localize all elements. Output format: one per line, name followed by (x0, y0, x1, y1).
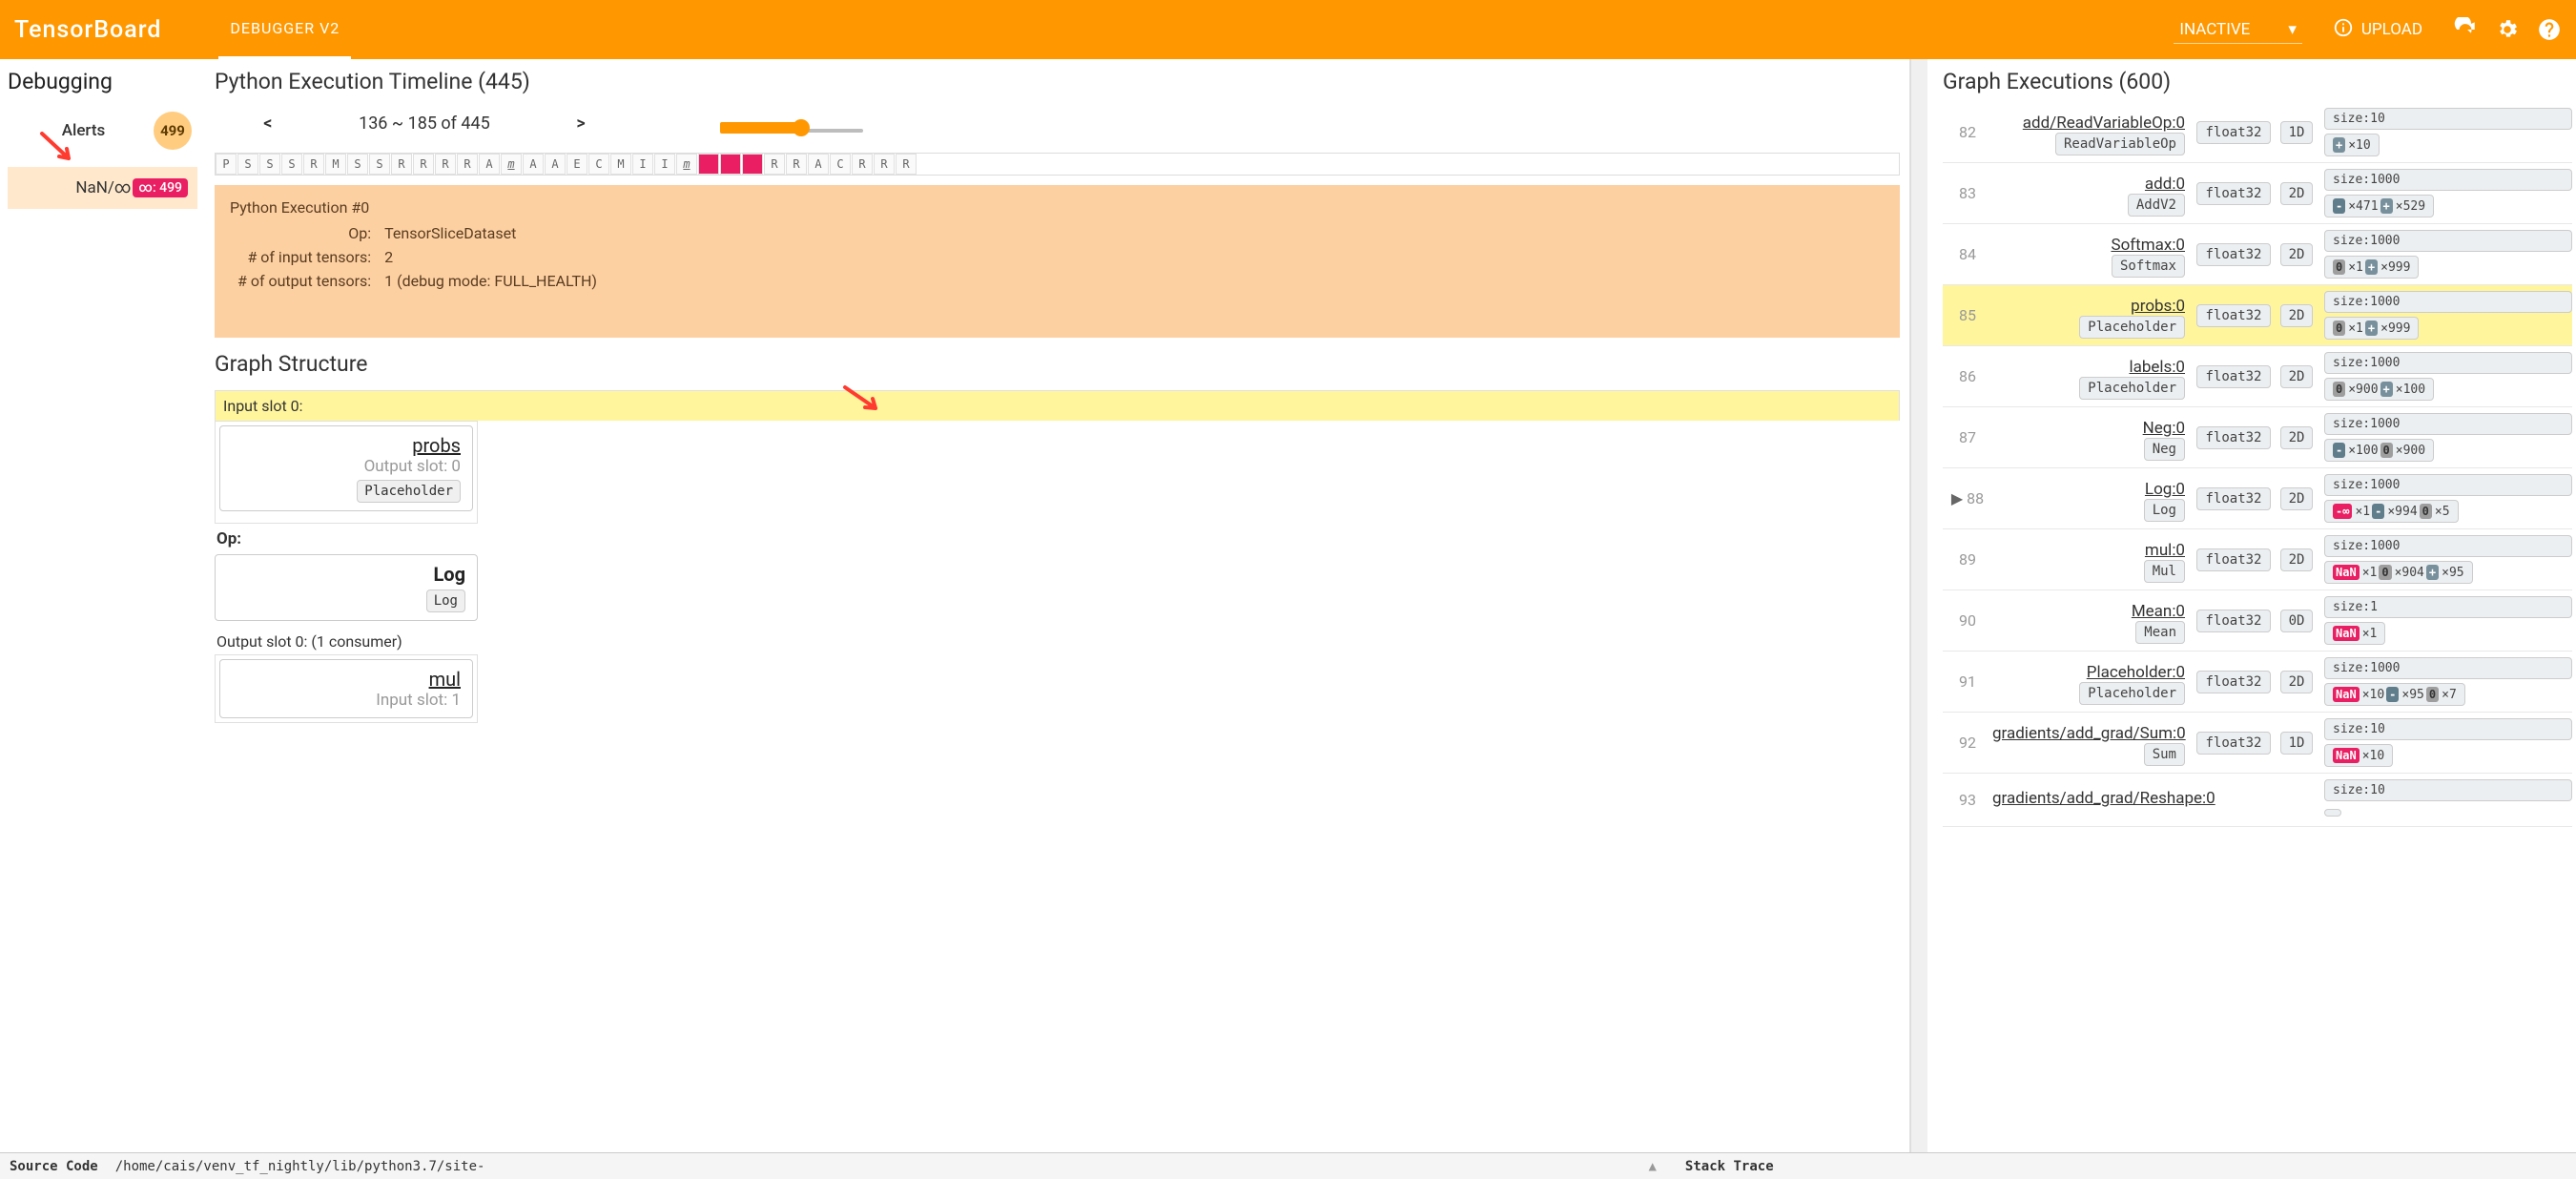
tab-debugger[interactable]: DEBUGGER V2 (218, 0, 351, 59)
timeline-cell[interactable]: C (588, 154, 609, 175)
graph-exec-row[interactable]: 85probs:0Placeholderfloat322Dsize:10000×… (1943, 285, 2572, 346)
graph-structure: Graph Structure Input slot 0: probs Outp… (215, 351, 1900, 723)
timeline-cell[interactable]: S (281, 154, 302, 175)
timeline-cell[interactable]: A (479, 154, 500, 175)
alerts-count-badge: 499 (154, 112, 192, 150)
timeline-cell[interactable]: m (501, 154, 522, 175)
timeline-cell[interactable]: - (742, 154, 763, 175)
timeline-cell[interactable]: E (567, 154, 587, 175)
header: TensorBoard DEBUGGER V2 INACTIVE ▾ UPLOA… (0, 0, 2576, 59)
timeline-cell[interactable]: M (610, 154, 631, 175)
timeline-title: Python Execution Timeline (445) (215, 69, 1900, 94)
timeline-cell[interactable]: I (654, 154, 675, 175)
current-op-box[interactable]: Log Log (215, 554, 478, 621)
gear-icon[interactable] (2495, 17, 2520, 42)
graph-exec-row[interactable]: 83add:0AddV2float322Dsize:1000-×471 +×52… (1943, 163, 2572, 224)
timeline-cell[interactable]: A (545, 154, 566, 175)
stack-trace-label: Stack Trace (1685, 1159, 1774, 1174)
sidebar: Debugging Alerts 499 NaN/∞ ∞: 499 (0, 59, 205, 1179)
timeline-cell[interactable]: S (237, 154, 258, 175)
timeline-cell[interactable]: m (676, 154, 697, 175)
source-code-label: Source Code (10, 1159, 98, 1174)
graph-exec-row[interactable]: 92gradients/add_grad/Sum:0Sumfloat321Dsi… (1943, 713, 2572, 774)
timeline-panel: Python Execution Timeline (445) < 136 ~ … (205, 59, 1910, 1179)
runs-dropdown[interactable]: INACTIVE ▾ (2174, 16, 2302, 44)
footer: Source Code /home/cais/venv_tf_nightly/l… (0, 1152, 2576, 1179)
timeline-range: 136 ~ 185 of 445 (359, 114, 490, 134)
timeline-cell[interactable]: C (830, 154, 851, 175)
output-op-box[interactable]: mul Input slot: 1 (219, 659, 473, 718)
graph-exec-row[interactable]: ▶88Log:0Logfloat322Dsize:1000-∞×1 -×994 … (1943, 468, 2572, 529)
output-slot-header: Output slot 0: (1 consumer) (215, 629, 1900, 654)
alert-item-nan[interactable]: NaN/∞ ∞: 499 (8, 167, 197, 209)
graph-exec-row[interactable]: 87Neg:0Negfloat322Dsize:1000-×100 0×900 (1943, 407, 2572, 468)
op-chip: Log (426, 590, 465, 612)
input-op-box[interactable]: probs Output slot: 0 Placeholder (219, 425, 473, 511)
graph-exec-row[interactable]: 93gradients/add_grad/Reshape:0size:10 (1943, 774, 2572, 827)
help-icon[interactable] (2537, 17, 2562, 42)
timeline-cell[interactable]: S (369, 154, 390, 175)
timeline-cell[interactable]: ! (698, 154, 719, 175)
graph-exec-panel: Graph Executions (600) 82add/ReadVariabl… (1927, 59, 2576, 1179)
graph-exec-row[interactable]: 91Placeholder:0Placeholderfloat322Dsize:… (1943, 652, 2572, 713)
ge-title: Graph Executions (600) (1943, 69, 2572, 94)
timeline-cell[interactable]: R (874, 154, 895, 175)
timeline-cell[interactable]: R (852, 154, 873, 175)
brand-logo: TensorBoard (14, 16, 161, 44)
upload-button[interactable]: UPLOAD (2319, 10, 2436, 51)
chevron-down-icon: ▾ (2288, 20, 2297, 39)
alerts-label: Alerts (13, 121, 154, 140)
timeline-cell[interactable]: R (764, 154, 785, 175)
timeline-cells: PSSSRMSSRRRRAmAAECMIIm!--RRACRRR (215, 153, 1900, 176)
graph-exec-row[interactable]: 89mul:0Mulfloat322Dsize:1000NaN×1 0×904 … (1943, 529, 2572, 590)
op-chip: Placeholder (357, 480, 461, 503)
timeline-cell[interactable]: R (435, 154, 456, 175)
gs-title: Graph Structure (215, 351, 1900, 377)
timeline-cell[interactable]: S (347, 154, 368, 175)
timeline-cell[interactable]: R (391, 154, 412, 175)
graph-exec-row[interactable]: 90Mean:0Meanfloat320Dsize:1NaN×1 (1943, 590, 2572, 652)
reload-icon[interactable] (2453, 17, 2478, 42)
alert-pill: ∞: 499 (133, 178, 188, 197)
graph-exec-row[interactable]: 82add/ReadVariableOp:0ReadVariableOpfloa… (1943, 102, 2572, 163)
timeline-cell[interactable]: A (523, 154, 544, 175)
input-slot-header: Input slot 0: (215, 390, 1900, 421)
timeline-cell[interactable]: A (808, 154, 829, 175)
timeline-cell[interactable]: - (720, 154, 741, 175)
timeline-cell[interactable]: P (216, 154, 237, 175)
next-button[interactable]: > (565, 108, 596, 139)
graph-exec-row[interactable]: 84Softmax:0Softmaxfloat322Dsize:10000×1 … (1943, 224, 2572, 285)
info-icon (2333, 17, 2354, 43)
sidebar-title: Debugging (8, 69, 197, 94)
scroll-up-icon[interactable]: ▲ (1648, 1159, 1656, 1174)
timeline-cell[interactable]: R (303, 154, 324, 175)
timeline-cell[interactable]: R (786, 154, 807, 175)
timeline-cell[interactable]: R (896, 154, 917, 175)
timeline-cell[interactable]: S (259, 154, 280, 175)
op-header: Op: (215, 524, 1900, 554)
prev-button[interactable]: < (252, 108, 283, 139)
execution-details: Python Execution #0 Op:TensorSliceDatase… (215, 185, 1900, 338)
timeline-slider[interactable] (720, 126, 863, 135)
graph-exec-row[interactable]: 86labels:0Placeholderfloat322Dsize:10000… (1943, 346, 2572, 407)
timeline-cell[interactable]: I (632, 154, 653, 175)
timeline-cell[interactable]: M (325, 154, 346, 175)
source-path: /home/cais/venv_tf_nightly/lib/python3.7… (115, 1159, 485, 1174)
timeline-cell[interactable]: R (413, 154, 434, 175)
timeline-cell[interactable]: R (457, 154, 478, 175)
